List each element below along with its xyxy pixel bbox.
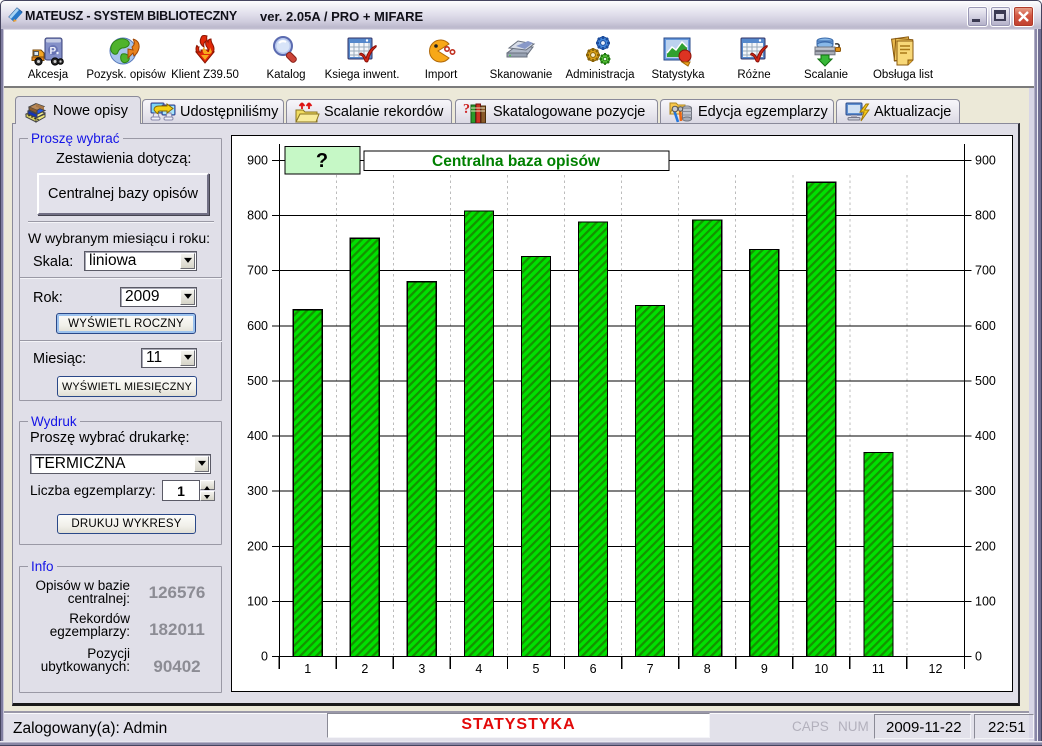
svg-text:0: 0 — [261, 650, 268, 664]
svg-text:600: 600 — [247, 319, 268, 333]
svg-text:800: 800 — [247, 209, 268, 223]
svg-text:0: 0 — [975, 650, 982, 664]
svg-text:500: 500 — [247, 374, 268, 388]
svg-text:Centralna baza opisów: Centralna baza opisów — [432, 153, 601, 170]
svg-text:?: ? — [463, 102, 470, 117]
svg-text:300: 300 — [975, 484, 996, 498]
svg-text:?: ? — [316, 150, 328, 172]
svg-text:400: 400 — [247, 429, 268, 443]
svg-text:100: 100 — [247, 594, 268, 608]
svg-text:900: 900 — [247, 154, 268, 168]
svg-text:P: P — [50, 46, 57, 57]
svg-text:800: 800 — [975, 209, 996, 223]
svg-text:500: 500 — [975, 374, 996, 388]
svg-text:5: 5 — [533, 662, 540, 676]
svg-text:11: 11 — [872, 662, 885, 676]
svg-text:700: 700 — [975, 264, 996, 278]
svg-text:600: 600 — [975, 319, 996, 333]
svg-text:100: 100 — [975, 594, 996, 608]
svg-text:200: 200 — [975, 539, 996, 553]
svg-text:900: 900 — [975, 154, 996, 168]
svg-text:700: 700 — [247, 264, 268, 278]
svg-text:10: 10 — [814, 662, 828, 676]
svg-text:9: 9 — [761, 662, 768, 676]
svg-text:300: 300 — [247, 484, 268, 498]
svg-text:3: 3 — [418, 662, 425, 676]
svg-text:4: 4 — [475, 662, 482, 676]
svg-text:8: 8 — [704, 662, 711, 676]
svg-text:400: 400 — [975, 429, 996, 443]
svg-text:7: 7 — [647, 662, 654, 676]
svg-text:6: 6 — [590, 662, 597, 676]
svg-text:1: 1 — [304, 662, 311, 676]
svg-text:200: 200 — [247, 539, 268, 553]
svg-text:2: 2 — [361, 662, 368, 676]
svg-text:12: 12 — [929, 662, 943, 676]
